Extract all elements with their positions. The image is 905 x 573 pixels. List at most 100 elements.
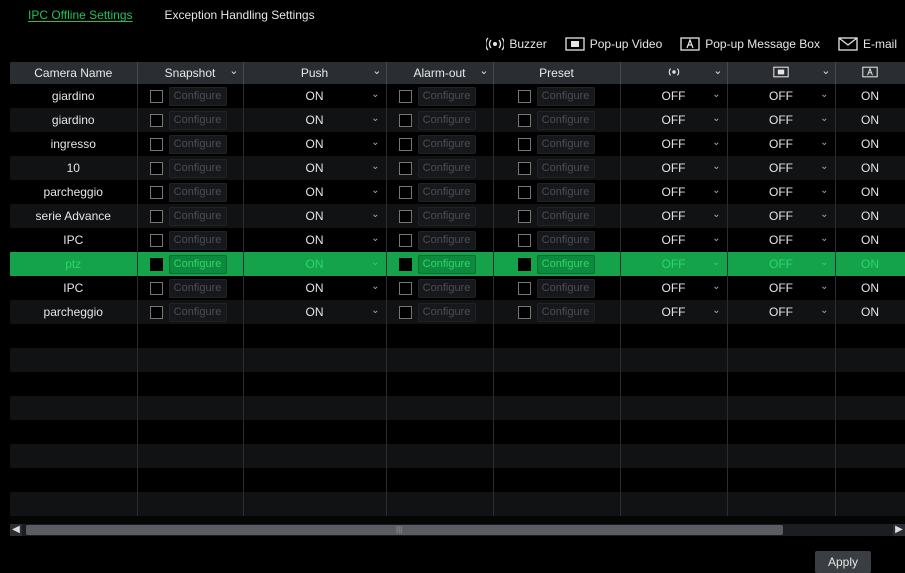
push-select[interactable]: ON ⌄: [243, 204, 387, 228]
snapshot-configure-button[interactable]: Configure: [168, 158, 227, 178]
preset-checkbox[interactable]: [517, 113, 531, 127]
preset-checkbox[interactable]: [517, 281, 531, 295]
buzzer-select[interactable]: OFF ⌄: [620, 180, 728, 204]
table-row[interactable]: giardino Configure ON ⌄ Configure Configure OF…: [10, 84, 905, 108]
alarm-out-configure-button[interactable]: Configure: [417, 206, 476, 226]
alarm-out-configure-button[interactable]: Configure: [417, 86, 476, 106]
header-alarm-out[interactable]: Alarm-out ⌄: [386, 62, 494, 84]
chevron-down-icon[interactable]: ⌄: [229, 64, 238, 77]
preset-checkbox[interactable]: [517, 89, 531, 103]
push-select[interactable]: ON ⌄: [243, 84, 387, 108]
alarm-out-configure-button[interactable]: Configure: [417, 302, 476, 322]
alarm-out-configure-button[interactable]: Configure: [417, 134, 476, 154]
preset-configure-button[interactable]: Configure: [536, 230, 595, 250]
push-select[interactable]: ON ⌄: [243, 252, 387, 276]
preset-configure-button[interactable]: Configure: [536, 254, 595, 274]
popup-message-select[interactable]: ON: [835, 132, 905, 156]
scroll-left-button[interactable]: ◀: [10, 524, 22, 536]
popup-message-select[interactable]: ON: [835, 156, 905, 180]
snapshot-checkbox[interactable]: [149, 161, 163, 175]
scrollbar-thumb[interactable]: |||: [26, 525, 783, 535]
alarm-out-configure-button[interactable]: Configure: [417, 254, 476, 274]
snapshot-configure-button[interactable]: Configure: [168, 110, 227, 130]
snapshot-checkbox[interactable]: [149, 233, 163, 247]
snapshot-configure-button[interactable]: Configure: [168, 254, 227, 274]
popup-video-select[interactable]: OFF ⌄: [727, 276, 836, 300]
popup-message-select[interactable]: ON: [835, 228, 905, 252]
popup-message-select[interactable]: ON: [835, 204, 905, 228]
preset-checkbox[interactable]: [517, 233, 531, 247]
chevron-down-icon[interactable]: ⌄: [821, 64, 830, 77]
snapshot-checkbox[interactable]: [149, 281, 163, 295]
buzzer-select[interactable]: OFF ⌄: [620, 276, 728, 300]
popup-message-select[interactable]: ON: [835, 180, 905, 204]
table-row[interactable]: IPC Configure ON ⌄ Configure Configure OFF ⌄ OFF…: [10, 228, 905, 252]
alarm-out-configure-button[interactable]: Configure: [417, 110, 476, 130]
snapshot-checkbox[interactable]: [149, 89, 163, 103]
alarm-out-checkbox[interactable]: [398, 89, 412, 103]
tab-exception-handling-settings[interactable]: Exception Handling Settings: [149, 2, 331, 24]
snapshot-configure-button[interactable]: Configure: [168, 302, 227, 322]
snapshot-configure-button[interactable]: Configure: [168, 230, 227, 250]
table-row[interactable]: serie Advance Configure ON ⌄ Configure Config…: [10, 204, 905, 228]
alarm-out-checkbox[interactable]: [398, 209, 412, 223]
popup-video-select[interactable]: OFF ⌄: [727, 84, 836, 108]
alarm-out-checkbox[interactable]: [398, 257, 412, 271]
alarm-out-checkbox[interactable]: [398, 185, 412, 199]
push-select[interactable]: ON ⌄: [243, 108, 387, 132]
scroll-right-button[interactable]: ▶: [893, 524, 905, 536]
buzzer-select[interactable]: OFF ⌄: [620, 156, 728, 180]
popup-message-select[interactable]: ON: [835, 252, 905, 276]
chevron-down-icon[interactable]: ⌄: [713, 64, 722, 77]
preset-configure-button[interactable]: Configure: [536, 134, 595, 154]
preset-checkbox[interactable]: [517, 257, 531, 271]
preset-checkbox[interactable]: [517, 137, 531, 151]
buzzer-select[interactable]: OFF ⌄: [620, 84, 728, 108]
buzzer-select[interactable]: OFF ⌄: [620, 252, 728, 276]
snapshot-checkbox[interactable]: [149, 209, 163, 223]
table-row[interactable]: giardino Configure ON ⌄ Configure Configure OF…: [10, 108, 905, 132]
preset-configure-button[interactable]: Configure: [536, 302, 595, 322]
snapshot-checkbox[interactable]: [149, 185, 163, 199]
alarm-out-checkbox[interactable]: [398, 137, 412, 151]
preset-configure-button[interactable]: Configure: [536, 182, 595, 202]
preset-checkbox[interactable]: [517, 185, 531, 199]
buzzer-select[interactable]: OFF ⌄: [620, 108, 728, 132]
preset-configure-button[interactable]: Configure: [536, 158, 595, 178]
popup-message-select[interactable]: ON: [835, 108, 905, 132]
push-select[interactable]: ON ⌄: [243, 180, 387, 204]
popup-video-select[interactable]: OFF ⌄: [727, 300, 836, 324]
buzzer-select[interactable]: OFF ⌄: [620, 132, 728, 156]
alarm-out-checkbox[interactable]: [398, 233, 412, 247]
alarm-out-configure-button[interactable]: Configure: [417, 182, 476, 202]
snapshot-configure-button[interactable]: Configure: [168, 206, 227, 226]
alarm-out-checkbox[interactable]: [398, 281, 412, 295]
snapshot-checkbox[interactable]: [149, 113, 163, 127]
buzzer-select[interactable]: OFF ⌄: [620, 204, 728, 228]
preset-configure-button[interactable]: Configure: [536, 110, 595, 130]
table-row[interactable]: IPC Configure ON ⌄ Configure Configure OFF ⌄ OFF…: [10, 276, 905, 300]
alarm-out-checkbox[interactable]: [398, 161, 412, 175]
popup-video-select[interactable]: OFF ⌄: [727, 228, 836, 252]
table-row[interactable]: ingresso Configure ON ⌄ Configure Configure OF…: [10, 132, 905, 156]
popup-message-select[interactable]: ON: [835, 84, 905, 108]
popup-message-select[interactable]: ON: [835, 300, 905, 324]
horizontal-scrollbar[interactable]: ◀ ||| ▶: [10, 524, 905, 536]
tab-ipc-offline-settings[interactable]: IPC Offline Settings: [12, 2, 149, 24]
alarm-out-configure-button[interactable]: Configure: [417, 158, 476, 178]
snapshot-checkbox[interactable]: [149, 257, 163, 271]
push-select[interactable]: ON ⌄: [243, 228, 387, 252]
snapshot-checkbox[interactable]: [149, 137, 163, 151]
alarm-out-checkbox[interactable]: [398, 305, 412, 319]
table-row[interactable]: parcheggio Configure ON ⌄ Configure Configure…: [10, 180, 905, 204]
snapshot-configure-button[interactable]: Configure: [168, 86, 227, 106]
preset-checkbox[interactable]: [517, 305, 531, 319]
preset-configure-button[interactable]: Configure: [536, 206, 595, 226]
alarm-out-configure-button[interactable]: Configure: [417, 278, 476, 298]
apply-button[interactable]: Apply: [815, 551, 871, 573]
popup-video-select[interactable]: OFF ⌄: [727, 132, 836, 156]
table-row[interactable]: 10 Configure ON ⌄ Configure Configure OFF ⌄ OFF ⌄…: [10, 156, 905, 180]
preset-checkbox[interactable]: [517, 209, 531, 223]
chevron-down-icon[interactable]: ⌄: [372, 64, 381, 77]
preset-checkbox[interactable]: [517, 161, 531, 175]
